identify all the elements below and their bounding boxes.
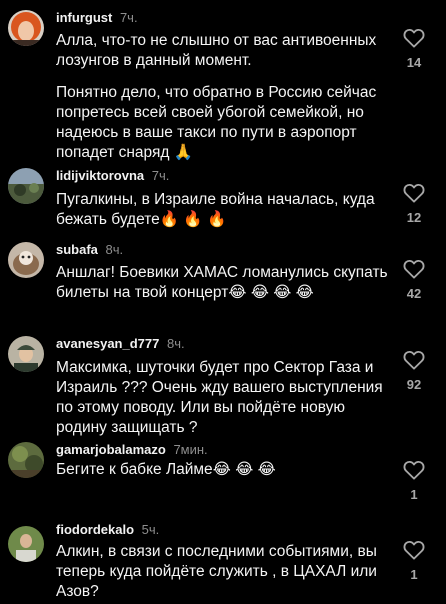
like-count: 1	[410, 487, 418, 502]
like-button[interactable]: 92	[400, 350, 428, 392]
timestamp: 7мин.	[173, 442, 208, 457]
username[interactable]: subafa	[56, 242, 98, 257]
username[interactable]: lidijviktorovna	[56, 168, 144, 183]
heart-icon	[403, 350, 425, 370]
avatar[interactable]	[8, 10, 44, 46]
like-count: 14	[406, 55, 422, 70]
timestamp: 5ч.	[141, 522, 160, 537]
comment-text: Алла, что-то не слышно от вас антивоенны…	[56, 31, 396, 163]
dog-photo-avatar	[8, 242, 44, 278]
avatar[interactable]	[8, 442, 44, 478]
heart-icon	[403, 183, 425, 203]
like-button[interactable]: 1	[400, 540, 428, 582]
avatar[interactable]	[8, 336, 44, 372]
avatar[interactable]	[8, 526, 44, 562]
man-in-cap-avatar	[8, 336, 44, 372]
comment-text: Аншлаг! Боевики ХАМАС ломанулись скупать…	[56, 264, 388, 301]
comment-meta: subafa 8ч.	[56, 242, 123, 258]
comment-text: Алкин, в связи с последними событиями, в…	[56, 543, 377, 600]
like-button[interactable]: 1	[400, 460, 428, 502]
heart-icon	[403, 460, 425, 480]
comment-text: Максимка, шуточки будет про Сектор Газа …	[56, 359, 383, 436]
comment-paragraph: Понятно дело, что обратно в Россию сейча…	[56, 84, 377, 161]
comment-meta: gamarjobalamazo 7мин.	[56, 442, 208, 458]
like-count: 12	[406, 210, 422, 225]
comment-text: Бегите к бабке Лайме😂 😂 😂	[56, 461, 276, 478]
comment-paragraph: Алла, что-то не слышно от вас антивоенны…	[56, 32, 377, 69]
username[interactable]: infurgust	[56, 10, 112, 25]
landscape-photo-avatar	[8, 168, 44, 204]
timestamp: 7ч.	[119, 10, 138, 25]
timestamp: 8ч.	[105, 242, 124, 257]
comment-meta: infurgust 7ч.	[56, 10, 138, 26]
comment-text: Пугалкины, в Израиле война началась, куд…	[56, 191, 375, 228]
heart-icon	[403, 28, 425, 48]
like-button[interactable]: 12	[400, 183, 428, 225]
timestamp: 8ч.	[166, 336, 185, 351]
heart-icon	[403, 540, 425, 560]
like-button[interactable]: 14	[400, 28, 428, 70]
heart-icon	[403, 259, 425, 279]
comment-meta: avanesyan_d777 8ч.	[56, 336, 185, 352]
like-count: 42	[406, 286, 422, 301]
avatar[interactable]	[8, 168, 44, 204]
username[interactable]: avanesyan_d777	[56, 336, 159, 351]
username[interactable]: gamarjobalamazo	[56, 442, 166, 457]
like-count: 1	[410, 567, 418, 582]
username[interactable]: fiodordekalo	[56, 522, 134, 537]
comment-meta: lidijviktorovna 7ч.	[56, 168, 169, 184]
orange-haired-woman-avatar	[8, 10, 44, 46]
avatar[interactable]	[8, 242, 44, 278]
timestamp: 7ч.	[151, 168, 170, 183]
comment-meta: fiodordekalo 5ч.	[56, 522, 159, 538]
like-button[interactable]: 42	[400, 259, 428, 301]
nature-photo-avatar	[8, 442, 44, 478]
man-outdoors-avatar	[8, 526, 44, 562]
like-count: 92	[406, 377, 422, 392]
